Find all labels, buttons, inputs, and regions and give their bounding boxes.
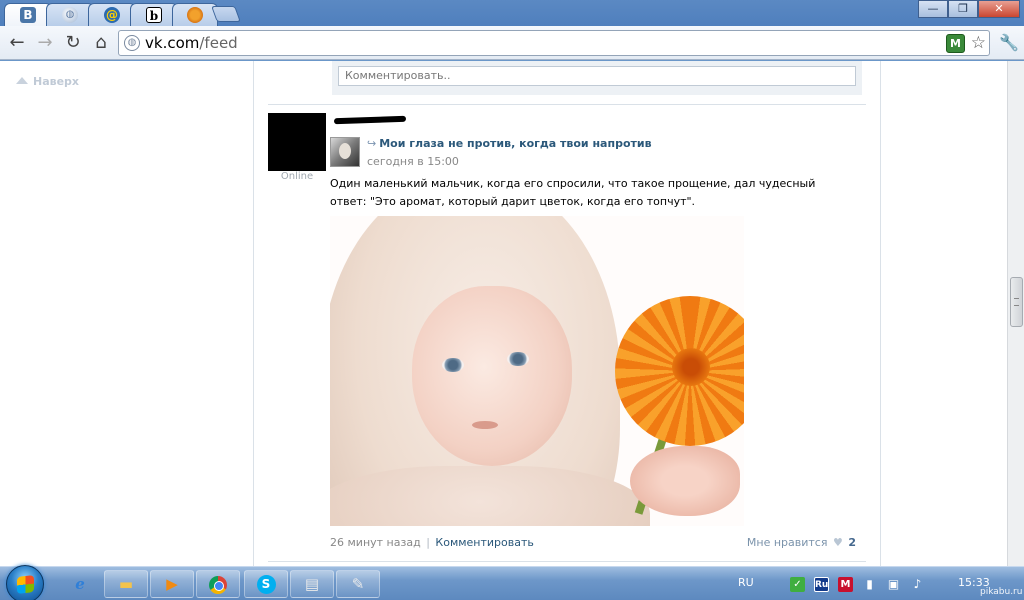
post-photo[interactable] <box>330 216 744 526</box>
scroll-to-top-link[interactable]: Наверх <box>16 75 79 88</box>
taskbar-media-player[interactable]: ▶ <box>150 570 194 598</box>
url-path: /feed <box>199 34 238 52</box>
heart-icon: ♥ <box>832 536 843 549</box>
network-tray-icon[interactable]: ▣ <box>886 577 901 592</box>
media-player-icon: ▶ <box>166 575 178 593</box>
tab-mailru[interactable]: @ <box>88 3 136 26</box>
mailru-icon: @ <box>104 7 120 23</box>
windows-logo-icon <box>17 575 34 594</box>
like-button[interactable]: Мне нравится ♥ 2 <box>747 536 856 549</box>
scrollbar-thumb[interactable] <box>1010 277 1023 327</box>
post-bottom-divider <box>268 561 866 562</box>
restore-button[interactable]: ❐ <box>948 0 978 18</box>
new-tab-button[interactable] <box>211 6 241 22</box>
repost-time[interactable]: сегодня в 15:00 <box>367 155 459 168</box>
back-arrow-icon[interactable]: ← <box>6 32 28 54</box>
mcafee-tray-icon[interactable]: M <box>838 577 853 592</box>
comment-input[interactable]: Комментировать.. <box>338 66 856 86</box>
shield-tray-icon[interactable]: ✓ <box>790 577 805 592</box>
flower-center <box>672 348 710 386</box>
url-host: vk.com <box>145 34 200 52</box>
tab-vk[interactable]: B <box>4 3 52 26</box>
b-letter-icon: b <box>146 7 162 23</box>
taskbar-chrome[interactable] <box>196 570 240 598</box>
taskbar-paint[interactable]: ✎ <box>336 570 380 598</box>
author-avatar[interactable] <box>268 113 326 171</box>
pikabu-icon <box>187 7 203 23</box>
bookmark-star-icon[interactable]: ☆ <box>971 33 986 53</box>
page-viewport: Наверх Комментировать.. Online ↪ Мои глаз… <box>0 61 1024 566</box>
news-feed: Комментировать.. Online ↪ Мои глаза не пр… <box>253 61 881 566</box>
page-info-icon[interactable]: ◍ <box>124 35 140 51</box>
post-text: Один маленький мальчик, когда его спроси… <box>330 177 816 208</box>
paint-icon: ✎ <box>351 575 365 593</box>
left-rail: Наверх <box>0 61 253 566</box>
taskbar-skype[interactable]: S <box>244 570 288 598</box>
page-scrollbar[interactable] <box>1007 61 1024 566</box>
browser-toolbar: ← → ↻ ⌂ ◍ vk.com/feed M ☆ 🔧 <box>0 26 1024 60</box>
photo-hand <box>630 446 740 516</box>
window-app-icon: ▤ <box>304 575 320 593</box>
volume-tray-icon[interactable]: ♪ <box>910 577 925 592</box>
previous-post-comment-box: Комментировать.. <box>332 61 862 95</box>
taskbar-explorer[interactable]: ▬ <box>104 570 148 598</box>
browser-tab-strip: B ◍ @ b — ❐ ✕ <box>0 0 1024 26</box>
tab-globe[interactable]: ◍ <box>46 3 94 26</box>
to-top-label: Наверх <box>33 75 80 88</box>
repost-arrow-icon: ↪ <box>367 137 377 150</box>
taskbar-app[interactable]: ▤ <box>290 570 334 598</box>
window-controls: — ❐ ✕ <box>918 0 1020 18</box>
comment-link[interactable]: Комментировать <box>435 536 533 549</box>
url-text: vk.com/feed <box>145 34 238 52</box>
online-status: Online <box>280 171 314 182</box>
right-gutter <box>882 61 1007 566</box>
up-arrow-icon <box>16 77 28 84</box>
globe-icon: ◍ <box>62 7 78 23</box>
device-tray-icon[interactable]: ▮ <box>862 577 877 592</box>
author-name-redacted[interactable] <box>333 114 407 125</box>
ie-icon: e <box>75 575 85 593</box>
wrench-icon[interactable]: 🔧 <box>998 32 1020 54</box>
windows-taskbar: e ▬ ▶ S ▤ ✎ RU ✓ Ru M ▮ ▣ ♪ 15:33 pikabu… <box>0 565 1024 600</box>
photo-face <box>412 286 572 466</box>
repost-source[interactable]: ↪ Мои глаза не против, когда твои напроти… <box>367 137 652 150</box>
skype-icon: S <box>256 575 276 594</box>
footer-separator: | <box>426 536 430 549</box>
address-bar[interactable]: ◍ vk.com/feed M ☆ <box>118 30 990 56</box>
repost-title[interactable]: Мои глаза не против, когда твои напротив <box>379 137 651 150</box>
folder-icon: ▬ <box>118 575 134 593</box>
like-label: Мне нравится <box>746 536 828 549</box>
language-indicator[interactable]: RU <box>738 576 754 589</box>
reload-icon[interactable]: ↻ <box>62 32 84 54</box>
vk-icon: B <box>20 7 36 23</box>
close-button[interactable]: ✕ <box>978 0 1020 18</box>
chrome-icon <box>209 575 227 594</box>
start-button[interactable] <box>6 565 44 600</box>
home-icon[interactable]: ⌂ <box>90 32 112 54</box>
like-count: 2 <box>848 536 856 549</box>
post-divider <box>268 104 866 105</box>
extension-shield-icon[interactable]: M <box>946 34 965 53</box>
taskbar-ie[interactable]: e <box>58 570 102 598</box>
minimize-button[interactable]: — <box>918 0 948 18</box>
pikabu-watermark: pikabu.ru <box>980 587 1023 597</box>
forward-arrow-icon[interactable]: → <box>34 32 56 54</box>
repost-source-avatar[interactable] <box>330 137 360 167</box>
tab-b[interactable]: b <box>130 3 178 26</box>
post-time[interactable]: 26 минут назад <box>330 536 421 549</box>
post-footer: 26 минут назад | Комментировать Мне нрав… <box>330 536 856 549</box>
keyboard-layout-tray-icon[interactable]: Ru <box>814 577 829 592</box>
